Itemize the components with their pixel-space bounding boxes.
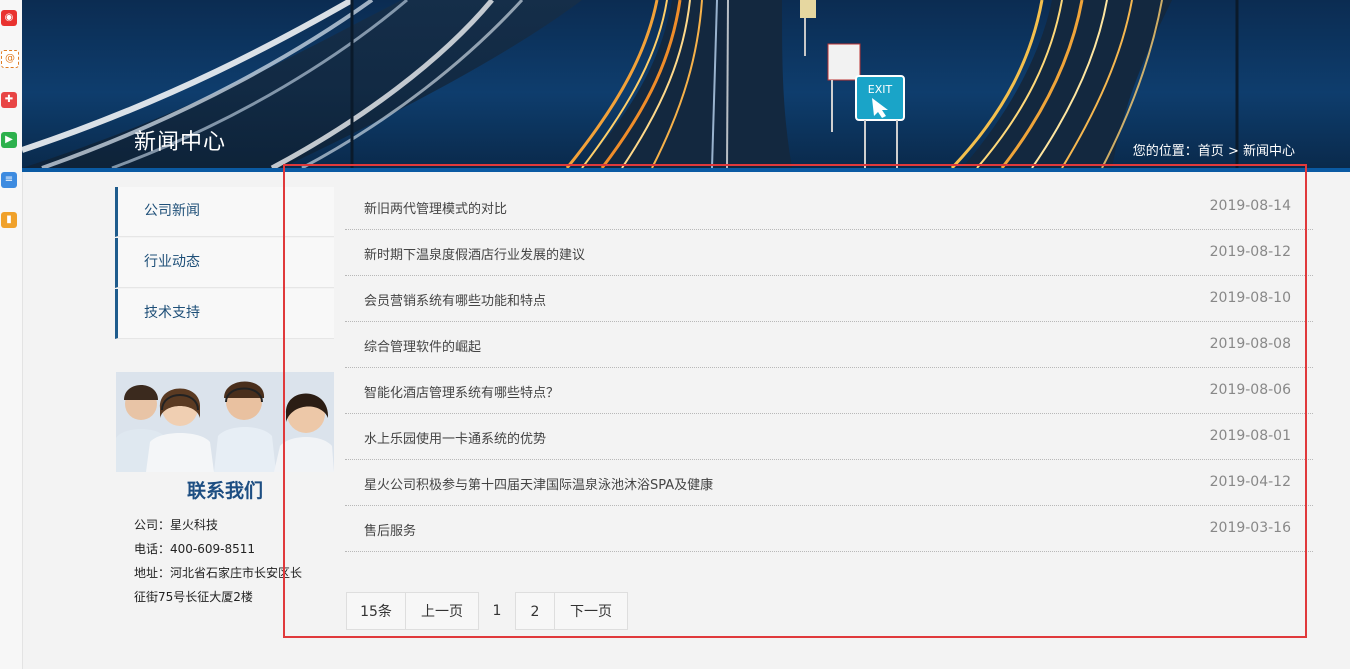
news-title-link[interactable]: 会员营销系统有哪些功能和特点: [364, 290, 546, 309]
news-date: 2019-08-01: [1209, 428, 1291, 444]
breadcrumb-prefix: 您的位置：: [1132, 144, 1198, 159]
page-banner: EXIT 新闻中心 您的位置：首页 > 新闻中心: [22, 0, 1350, 172]
category-nav: 公司新闻 行业动态 技术支持: [115, 187, 334, 340]
email-icon[interactable]: @: [1, 50, 19, 68]
news-title-link[interactable]: 水上乐园使用一卡通系统的优势: [364, 428, 546, 447]
news-row[interactable]: 智能化酒店管理系统有哪些特点？ 2019-08-06: [345, 368, 1313, 414]
pagination-total: 15条: [346, 592, 406, 630]
news-row[interactable]: 新旧两代管理模式的对比 2019-08-14: [345, 184, 1313, 230]
news-date: 2019-03-16: [1209, 520, 1291, 536]
bookmark-icon[interactable]: ▮: [1, 212, 17, 228]
news-row[interactable]: 水上乐园使用一卡通系统的优势 2019-08-01: [345, 414, 1313, 460]
breadcrumb-current[interactable]: 新闻中心: [1243, 144, 1295, 159]
news-title-link[interactable]: 综合管理软件的崛起: [364, 336, 481, 355]
pagination: 15条 上一页 1 2 下一页: [346, 592, 628, 630]
contact-info: 公司：星火科技 电话：400-609-8511 地址：河北省石家庄市长安区长 征…: [134, 513, 314, 609]
news-title-link[interactable]: 新时期下温泉度假酒店行业发展的建议: [364, 244, 585, 263]
news-date: 2019-08-06: [1209, 382, 1291, 398]
breadcrumb-home-link[interactable]: 首页: [1198, 144, 1224, 159]
news-date: 2019-08-08: [1209, 336, 1291, 352]
news-row[interactable]: 新时期下温泉度假酒店行业发展的建议 2019-08-12: [345, 230, 1313, 276]
news-date: 2019-08-12: [1209, 244, 1291, 260]
game-icon[interactable]: ✚: [1, 92, 17, 108]
news-row[interactable]: 会员营销系统有哪些功能和特点 2019-08-10: [345, 276, 1313, 322]
weibo-icon[interactable]: ◉: [1, 10, 17, 26]
contact-title: 联系我们: [186, 480, 263, 502]
news-row[interactable]: 星火公司积极参与第十四届天津国际温泉泳池沐浴SPA及健康 2019-04-12: [345, 460, 1313, 506]
app-sidebar: ◉ @ ✚ ▶ ≡ ▮: [0, 0, 23, 669]
breadcrumb: 您的位置：首页 > 新闻中心: [1133, 140, 1295, 159]
news-title-link[interactable]: 售后服务: [364, 520, 416, 539]
news-row[interactable]: 售后服务 2019-03-16: [345, 506, 1313, 552]
nav-item-industry-news[interactable]: 行业动态: [115, 238, 334, 288]
news-title-link[interactable]: 星火公司积极参与第十四届天津国际温泉泳池沐浴SPA及健康: [364, 474, 713, 493]
news-title-link[interactable]: 智能化酒店管理系统有哪些特点？: [364, 382, 559, 401]
document-icon[interactable]: ≡: [1, 172, 17, 188]
news-list: 新旧两代管理模式的对比 2019-08-14 新时期下温泉度假酒店行业发展的建议…: [345, 184, 1313, 552]
contact-address-line-2: 征街75号长征大厦2楼: [134, 590, 253, 604]
news-date: 2019-04-12: [1209, 474, 1291, 490]
page-1-current: 1: [492, 603, 502, 619]
breadcrumb-separator: >: [1227, 144, 1239, 159]
news-row[interactable]: 综合管理软件的崛起 2019-08-08: [345, 322, 1313, 368]
nav-item-company-news[interactable]: 公司新闻: [115, 187, 334, 237]
customer-service-photo: [116, 372, 334, 472]
page-2-button[interactable]: 2: [515, 592, 555, 630]
page-title: 新闻中心: [134, 130, 227, 155]
contact-company: 公司：星火科技: [134, 518, 219, 532]
exit-sign-text: EXIT: [868, 83, 893, 96]
nav-item-tech-support[interactable]: 技术支持: [115, 289, 334, 339]
video-icon[interactable]: ▶: [1, 132, 17, 148]
next-page-button[interactable]: 下一页: [554, 592, 628, 630]
contact-address-line-1: 地址：河北省石家庄市长安区长: [134, 566, 303, 580]
contact-phone: 电话：400-609-8511: [134, 542, 256, 556]
news-date: 2019-08-14: [1209, 198, 1291, 214]
news-date: 2019-08-10: [1209, 290, 1291, 306]
prev-page-button[interactable]: 上一页: [405, 592, 479, 630]
news-title-link[interactable]: 新旧两代管理模式的对比: [364, 198, 507, 217]
